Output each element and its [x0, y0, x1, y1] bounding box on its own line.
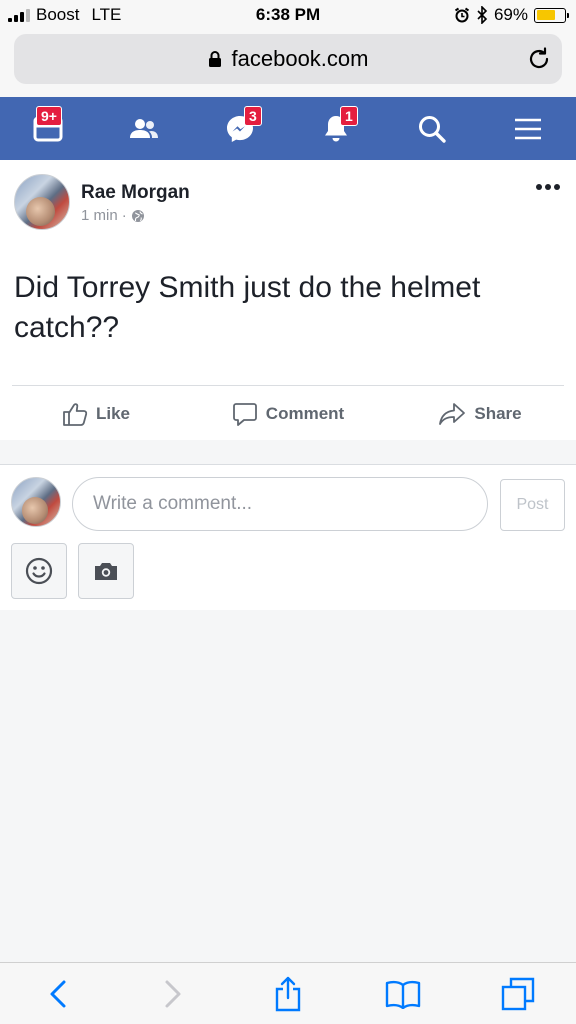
battery-percent: 69% [493, 5, 528, 24]
share-icon [274, 976, 302, 1012]
reload-icon[interactable] [526, 46, 552, 78]
status-bar: Boost LTE 6:38 PM 69% [0, 0, 576, 30]
share-arrow-icon [438, 402, 466, 426]
url-text: facebook.com [231, 46, 369, 71]
fb-top-nav: 9+ 3 1 [0, 97, 576, 160]
notifications-badge: 1 [340, 105, 358, 126]
battery-icon [534, 7, 569, 23]
bluetooth-icon [476, 6, 488, 24]
nav-news-feed[interactable]: 9+ [18, 104, 78, 154]
meta-separator: · [121, 207, 127, 224]
bookmarks-button[interactable] [373, 969, 433, 1019]
messenger-badge: 3 [244, 105, 262, 126]
tabs-button[interactable] [488, 969, 548, 1019]
nav-menu[interactable] [498, 104, 558, 154]
post-comment-button[interactable]: Post [500, 479, 565, 531]
post-meta: 1 min · [81, 207, 145, 224]
nav-friends[interactable] [114, 104, 174, 154]
comment-button[interactable]: Comment [192, 388, 384, 440]
browser-toolbar [0, 962, 576, 1024]
thumbs-up-icon [62, 401, 88, 427]
comment-bubble-icon [232, 401, 258, 427]
comment-input[interactable]: Write a comment... [72, 477, 488, 531]
battery-fill [536, 10, 556, 20]
book-icon [384, 979, 422, 1009]
post-more-options-icon[interactable] [536, 184, 560, 190]
post-card: Rae Morgan 1 min · Did Torrey Smith just… [0, 160, 576, 440]
camera-icon [93, 560, 119, 582]
hamburger-menu-icon [514, 117, 542, 141]
share-page-button[interactable] [258, 969, 318, 1019]
news-feed-badge: 9+ [36, 105, 62, 126]
current-user-avatar [11, 477, 61, 527]
post-text: Did Torrey Smith just do the helmet catc… [14, 271, 481, 344]
like-button[interactable]: Like [0, 388, 192, 440]
share-button[interactable]: Share [384, 388, 576, 440]
lock-icon [208, 50, 222, 68]
nav-search[interactable] [402, 104, 462, 154]
like-label: Like [95, 404, 131, 423]
post-actions: Like Comment Share [0, 388, 576, 440]
nav-notifications[interactable]: 1 [306, 104, 366, 154]
smiley-icon [25, 557, 53, 585]
post-divider [12, 385, 564, 386]
globe-icon [131, 209, 145, 223]
browser-address-area: facebook.com [0, 30, 576, 97]
emoji-button[interactable] [11, 543, 67, 599]
tabs-icon [501, 977, 535, 1011]
back-button[interactable] [28, 969, 88, 1019]
address-bar[interactable]: facebook.com [14, 34, 562, 84]
chevron-left-icon [49, 979, 67, 1009]
share-label: Share [474, 404, 522, 423]
forward-button[interactable] [143, 969, 203, 1019]
alarm-icon [454, 7, 470, 23]
comment-composer: Write a comment... Post [0, 464, 576, 610]
photo-button[interactable] [78, 543, 134, 599]
author-avatar[interactable] [14, 174, 70, 230]
chevron-right-icon [164, 979, 182, 1009]
friends-icon [129, 116, 159, 142]
status-right: 69% [454, 5, 569, 25]
comment-label: Comment [265, 404, 345, 423]
nav-messenger[interactable]: 3 [210, 104, 270, 154]
search-icon [417, 114, 447, 144]
post-time[interactable]: 1 min [81, 207, 118, 224]
post-author-name[interactable]: Rae Morgan [81, 182, 190, 204]
